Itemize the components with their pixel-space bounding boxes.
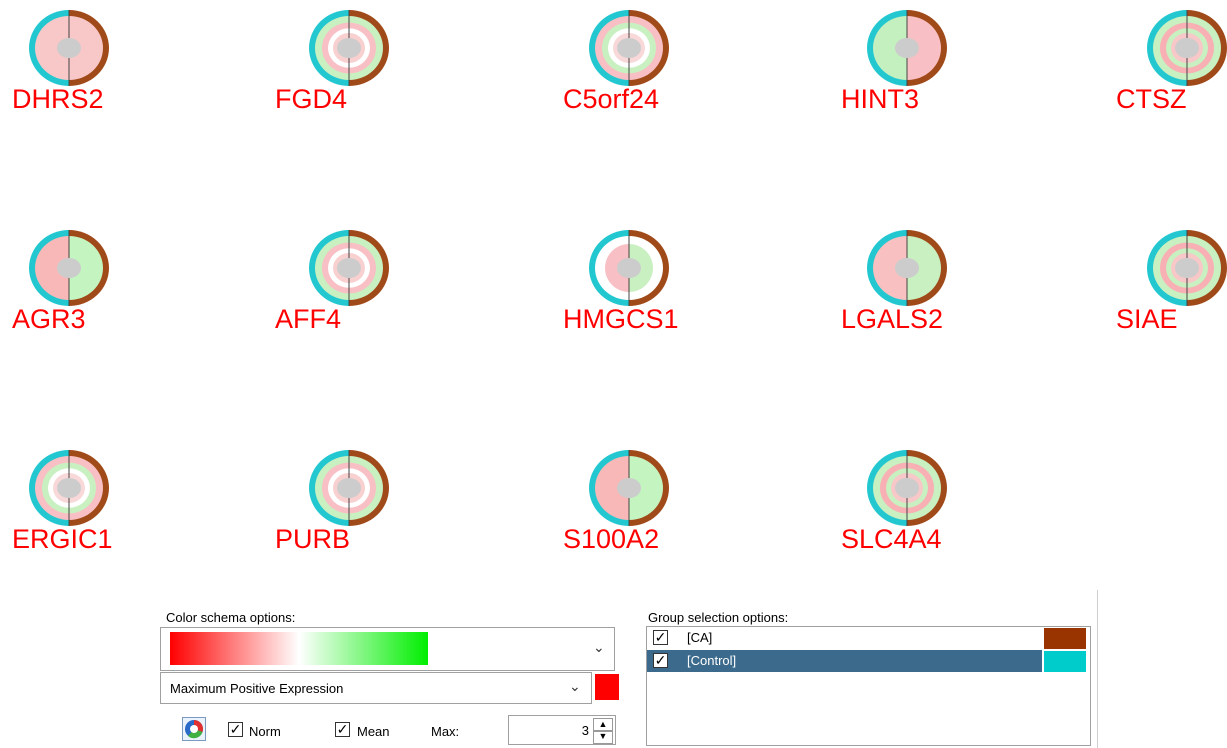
color-mode-value: Maximum Positive Expression bbox=[170, 681, 344, 696]
gene-label: PURB bbox=[275, 524, 351, 554]
gene-node-ergic1[interactable]: ERGIC1 bbox=[12, 448, 180, 568]
chevron-down-icon[interactable]: ⌄ bbox=[593, 639, 605, 656]
gene-node-siae[interactable]: SIAE bbox=[1116, 228, 1227, 348]
gene-glyph bbox=[589, 230, 669, 306]
gene-glyph bbox=[29, 10, 109, 86]
max-spinner[interactable]: 3 ▲ ▼ bbox=[508, 715, 616, 745]
gene-label: LGALS2 bbox=[841, 304, 944, 334]
group-selection-title: Group selection options: bbox=[648, 610, 789, 625]
gene-glyph bbox=[309, 450, 389, 526]
color-gradient-bar bbox=[170, 632, 428, 665]
group-color-swatch[interactable] bbox=[1044, 651, 1086, 672]
gene-node-aff4[interactable]: AFF4 bbox=[275, 228, 460, 348]
color-mode-select[interactable]: Maximum Positive Expression ⌄ bbox=[160, 672, 592, 704]
gene-label: SLC4A4 bbox=[841, 524, 942, 554]
gene-glyph bbox=[309, 230, 389, 306]
norm-label: Norm bbox=[249, 724, 281, 739]
color-wheel-button[interactable] bbox=[182, 717, 206, 741]
norm-checkbox[interactable]: ✓ bbox=[228, 722, 243, 737]
mean-label: Mean bbox=[357, 724, 390, 739]
group-row[interactable]: ✓ [Control] bbox=[647, 650, 1042, 672]
gene-label: FGD4 bbox=[275, 84, 348, 114]
gene-label: AFF4 bbox=[275, 304, 342, 334]
gene-node-lgals2[interactable]: LGALS2 bbox=[841, 228, 1018, 348]
gene-node-hmgcs1[interactable]: HMGCS1 bbox=[563, 228, 740, 348]
gene-node-s100a2[interactable]: S100A2 bbox=[563, 448, 740, 568]
gene-glyph bbox=[309, 10, 389, 86]
gene-label: CTSZ bbox=[1116, 84, 1187, 114]
gene-label: AGR3 bbox=[12, 304, 86, 334]
divider bbox=[1097, 590, 1098, 748]
group-checkbox[interactable]: ✓ bbox=[653, 653, 668, 668]
gene-label: S100A2 bbox=[563, 524, 660, 554]
color-wheel-icon bbox=[185, 720, 204, 739]
group-checkbox[interactable]: ✓ bbox=[653, 630, 668, 645]
gene-node-purb[interactable]: PURB bbox=[275, 448, 460, 568]
color-schema-title: Color schema options: bbox=[166, 610, 296, 625]
group-label: [Control] bbox=[687, 653, 737, 668]
gene-node-ctsz[interactable]: CTSZ bbox=[1116, 8, 1227, 128]
group-label: [CA] bbox=[687, 630, 713, 645]
max-value: 3 bbox=[581, 723, 589, 738]
gene-label: C5orf24 bbox=[563, 84, 660, 114]
gene-glyph bbox=[1147, 230, 1227, 306]
gene-label: HMGCS1 bbox=[563, 304, 679, 334]
gene-glyph bbox=[1147, 10, 1227, 86]
gene-label: ERGIC1 bbox=[12, 524, 113, 554]
gene-glyph bbox=[867, 10, 947, 86]
gene-node-slc4a4[interactable]: SLC4A4 bbox=[841, 448, 1018, 568]
gene-grid: DHRS2 FGD4 C5orf24 HINT3 CTSZ AGR3 AFF4 HMGCS1 L… bbox=[0, 0, 1227, 600]
gene-glyph bbox=[589, 10, 669, 86]
group-row[interactable]: ✓ [CA] bbox=[647, 627, 1042, 649]
gene-node-dhrs2[interactable]: DHRS2 bbox=[12, 8, 180, 128]
gene-label: SIAE bbox=[1116, 304, 1178, 334]
mean-checkbox[interactable]: ✓ bbox=[335, 722, 350, 737]
gene-glyph bbox=[867, 450, 947, 526]
gene-glyph bbox=[867, 230, 947, 306]
gene-glyph bbox=[589, 450, 669, 526]
gene-node-hint3[interactable]: HINT3 bbox=[841, 8, 1018, 128]
gene-node-agr3[interactable]: AGR3 bbox=[12, 228, 180, 348]
gene-node-c5orf24[interactable]: C5orf24 bbox=[563, 8, 740, 128]
gene-label: HINT3 bbox=[841, 84, 920, 114]
gene-glyph bbox=[29, 450, 109, 526]
gene-glyph bbox=[29, 230, 109, 306]
color-gradient-select[interactable]: ⌄ bbox=[160, 627, 615, 671]
chevron-down-icon[interactable]: ⌄ bbox=[569, 678, 581, 695]
color-mode-swatch[interactable] bbox=[595, 674, 619, 700]
group-list[interactable]: ✓ [CA] ✓ [Control] bbox=[646, 626, 1091, 746]
max-label: Max: bbox=[431, 724, 460, 739]
gene-node-fgd4[interactable]: FGD4 bbox=[275, 8, 460, 128]
gene-label: DHRS2 bbox=[12, 84, 104, 114]
group-color-swatch[interactable] bbox=[1044, 628, 1086, 649]
spinner-down-button[interactable]: ▼ bbox=[593, 730, 613, 744]
